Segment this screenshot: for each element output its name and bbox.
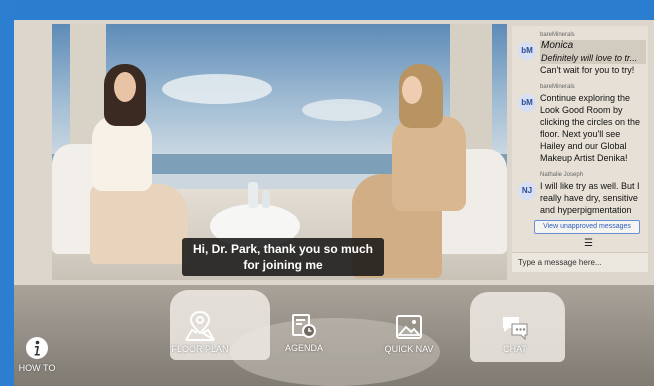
message-sender: Nathalie Joseph: [540, 172, 584, 178]
message-sender: bareMinerals: [540, 84, 575, 90]
quoted-text: Definitely will love to tr...: [540, 52, 646, 64]
nav-floor-plan[interactable]: FLOOR PLAN: [168, 311, 232, 354]
nav-label: QUICK NAV: [384, 344, 434, 354]
nav-chat[interactable]: CHAT: [498, 313, 532, 354]
video-cloud: [162, 74, 272, 104]
avatar: bM: [518, 94, 536, 112]
avatar: bM: [518, 42, 536, 60]
message-body: Monica Definitely will love to tr... Can…: [540, 40, 646, 76]
speaker-left-face: [114, 72, 136, 102]
video-vase: [262, 190, 270, 208]
left-edge-strip: [0, 0, 14, 386]
message-sender: bareMinerals: [540, 32, 575, 38]
nav-label: HOW TO: [18, 363, 56, 373]
calendar-clock-icon: [292, 314, 316, 338]
video-caption: Hi, Dr. Park, thank you so much for join…: [182, 238, 384, 276]
nav-quick-nav[interactable]: QUICK NAV: [382, 313, 436, 354]
speaker-right-face: [402, 76, 422, 104]
nav-label: FLOOR PLAN: [171, 344, 229, 354]
chat-message-input[interactable]: Type a message here...: [512, 252, 648, 272]
message-text: Continue exploring the Look Good Room by…: [540, 93, 641, 163]
top-bar: [0, 0, 654, 20]
info-icon: [26, 337, 48, 359]
caption-line-1: Hi, Dr. Park, thank you so much: [192, 242, 374, 256]
hamburger-icon[interactable]: ☰: [584, 238, 593, 249]
avatar: NJ: [518, 182, 536, 200]
chat-panel[interactable]: bM bareMinerals Monica Definitely will l…: [512, 26, 648, 272]
nav-label: AGENDA: [284, 343, 323, 353]
message-text: Can't wait for you to try!: [540, 65, 635, 75]
video-player[interactable]: Hi, Dr. Park, thank you so much for join…: [52, 24, 507, 280]
quoted-name: Monica: [540, 40, 646, 52]
caption-line-2: for joining me: [243, 258, 323, 272]
speaker-left-legs: [90, 184, 188, 264]
speaker-right-body: [392, 116, 466, 211]
nav-agenda[interactable]: AGENDA: [282, 312, 326, 353]
message-text: I will like try as well. But I really ha…: [540, 181, 640, 215]
speaker-left-body: [92, 116, 152, 191]
video-cloud: [302, 99, 382, 121]
map-pin-icon: [185, 311, 215, 341]
video-vase: [248, 182, 258, 208]
view-unapproved-button[interactable]: View unapproved messages: [534, 220, 640, 234]
image-icon: [396, 315, 422, 339]
nav-label: CHAT: [503, 344, 527, 354]
chat-bubbles-icon: [503, 317, 528, 341]
nav-how-to[interactable]: HOW TO: [18, 336, 56, 373]
